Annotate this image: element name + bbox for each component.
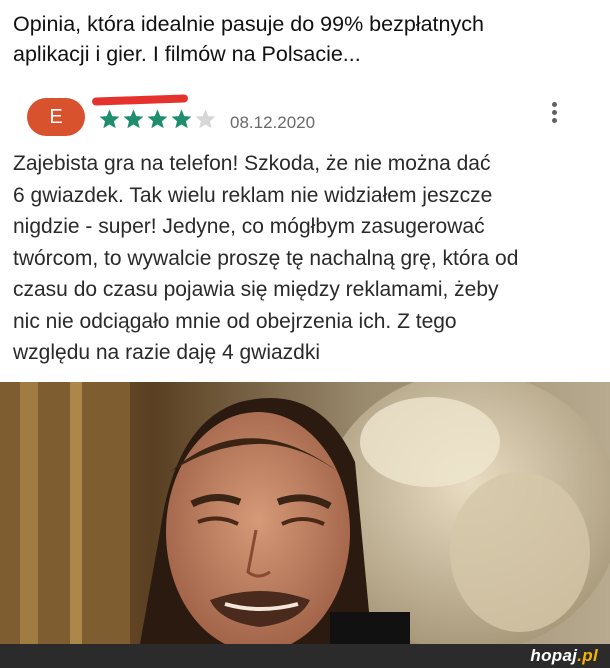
caption-line-2: aplikacji i gier. I filmów na Polsacie..…: [13, 42, 361, 66]
star-filled-icon: [147, 109, 168, 129]
review-text-line: czasu do czasu pojawia się między reklam…: [13, 278, 499, 301]
star-filled-icon: [99, 109, 120, 129]
review-text-line: nigdzie - super! Jedyne, co mógłbym zasu…: [13, 215, 485, 238]
meme-caption: Opinia, która idealnie pasuje do 99% bez…: [13, 9, 603, 69]
laughing-man-photo: [0, 382, 610, 644]
review-text-line: Zajebista gra na telefon! Szkoda, że nie…: [13, 152, 491, 175]
star-filled-icon: [123, 109, 144, 129]
star-empty-icon: [195, 109, 216, 129]
review-text-line: nic nie odciągało mnie od obejrzenia ich…: [13, 309, 457, 333]
star-filled-icon: [171, 109, 192, 129]
footer-bar: hopaj.pl: [0, 644, 610, 668]
redacted-username: [91, 94, 189, 106]
review-date: 08.12.2020: [230, 113, 316, 132]
review-text-line: względu na razie daję 4 gwiazdki: [13, 341, 321, 364]
avatar[interactable]: E: [27, 98, 85, 136]
logo-main: hopaj: [530, 646, 578, 665]
review-text: Zajebista gra na telefon! Szkoda, że nie…: [13, 148, 608, 369]
caption-line-1: Opinia, która idealnie pasuje do 99% bez…: [13, 12, 484, 36]
review-text-line: twórcom, to wywalcie proszę tę nachalną …: [13, 246, 519, 270]
review-text-line: 6 gwiazdek. Tak wielu reklam nie widział…: [13, 183, 493, 207]
logo-accent: .pl: [577, 646, 598, 665]
site-logo[interactable]: hopaj.pl: [530, 646, 598, 666]
more-vertical-icon[interactable]: [550, 102, 558, 128]
star-rating: [98, 108, 217, 132]
review-card: E 08.12.2020 Zajebista gra na telefon! S…: [0, 86, 610, 382]
